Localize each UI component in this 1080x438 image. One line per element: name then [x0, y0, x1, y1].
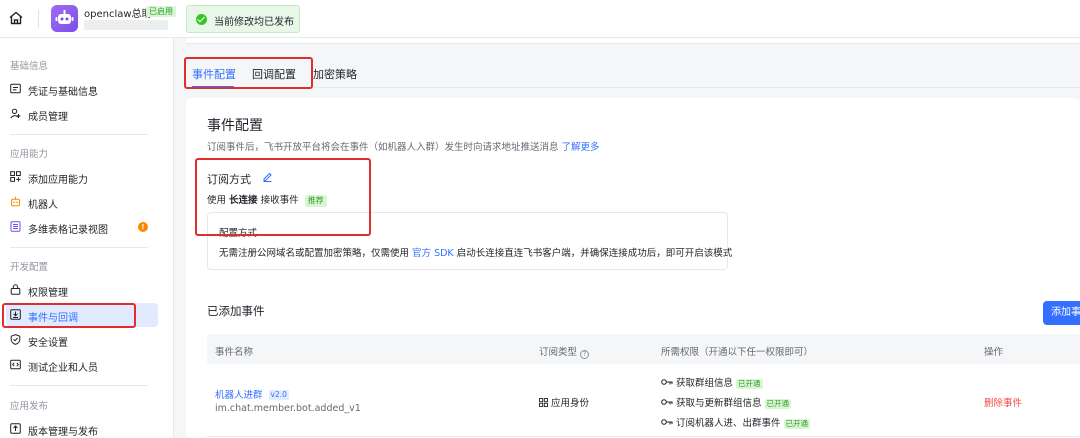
- permission-status-badge: 已开通: [736, 379, 763, 389]
- main-header-strip: [186, 38, 1080, 44]
- sidebar-item-members[interactable]: 成员管理: [6, 102, 158, 126]
- sidebar-section-title: 开发配置: [10, 262, 49, 273]
- config-method-description: 无需注册公网域名或配置加密策略，仅需使用 官方 SDK 启动长连接直连飞书客户端…: [219, 248, 733, 259]
- user-add-icon: [10, 108, 21, 119]
- sidebar-item-bitable-view[interactable]: 多维表格记录视图 !: [6, 215, 158, 239]
- sidebar-item-security[interactable]: 安全设置: [6, 328, 158, 352]
- sidebar-item-bot[interactable]: 机器人: [6, 190, 158, 214]
- sidebar-item-add-capability[interactable]: 添加应用能力: [6, 165, 158, 189]
- annotation-box-sidebar: [2, 303, 136, 328]
- sidebar-item-test-tenant[interactable]: 测试企业和人员: [6, 353, 158, 377]
- app-status-badge: 已启用: [146, 6, 176, 17]
- sidebar-section-title: 应用发布: [10, 401, 49, 412]
- sidebar-divider: [10, 134, 148, 135]
- event-name: 机器人进群 v2.0: [215, 387, 289, 401]
- permission-status-badge: 已开通: [764, 399, 792, 409]
- upload-icon: [10, 423, 21, 434]
- annotation-box-subscription: [195, 158, 371, 236]
- help-icon[interactable]: ?: [580, 350, 590, 359]
- sidebar-item-label: 版本管理与发布: [28, 427, 98, 438]
- robot-icon: [55, 10, 74, 24]
- warning-badge: !: [138, 222, 148, 232]
- table-header: [207, 334, 1080, 364]
- top-bar: openclaw总助 已启用 当前修改均已发布: [0, 0, 1080, 38]
- lock-icon: [10, 284, 21, 295]
- permission-item: 获取群组信息 已开通: [661, 375, 763, 389]
- sidebar-item-label: 凭证与基础信息: [28, 87, 98, 98]
- sidebar-item-label: 测试企业和人员: [28, 363, 98, 374]
- delete-event-link[interactable]: 删除事件: [984, 395, 1022, 409]
- tab-encryption-strategy[interactable]: 加密策略: [313, 66, 357, 82]
- added-events-title: 已添加事件: [207, 304, 265, 318]
- column-header-permissions: 所需权限（开通以下任一权限即可）: [661, 347, 814, 358]
- add-event-button[interactable]: 添加事件: [1043, 301, 1080, 325]
- column-header-subscription-type: 订阅类型?: [539, 344, 590, 359]
- check-circle-icon: [196, 14, 207, 25]
- sidebar-section-title: 基础信息: [10, 61, 49, 72]
- shield-icon: [10, 334, 21, 345]
- sidebar-item-credentials[interactable]: 凭证与基础信息: [6, 77, 158, 101]
- learn-more-link[interactable]: 了解更多: [562, 142, 600, 153]
- tabs-divider: [186, 87, 1080, 88]
- key-icon: [661, 419, 673, 425]
- event-subscription-type: 应用身份: [539, 395, 589, 409]
- key-icon: [661, 399, 673, 405]
- column-header-actions: 操作: [984, 347, 1004, 358]
- app-grid-icon: [539, 398, 548, 407]
- sidebar-divider: [10, 385, 148, 386]
- key-icon: [661, 379, 673, 385]
- sidebar-item-label: 成员管理: [28, 112, 68, 123]
- permission-status-badge: 已开通: [783, 419, 811, 429]
- redacted-app-id: [84, 20, 168, 30]
- version-badge: v2.0: [268, 390, 289, 400]
- toast-text: 当前修改均已发布: [214, 17, 294, 28]
- sidebar-divider: [10, 247, 148, 248]
- code-icon: [10, 359, 21, 370]
- app-name: openclaw总助: [84, 9, 152, 20]
- row-divider: [207, 436, 1080, 437]
- divider: [38, 10, 39, 28]
- sidebar-item-permissions[interactable]: 权限管理: [6, 278, 158, 302]
- sidebar-section-title: 应用能力: [10, 149, 49, 160]
- sidebar-item-label: 机器人: [28, 200, 58, 211]
- sidebar-item-label: 多维表格记录视图: [28, 225, 108, 236]
- app-avatar: [51, 5, 78, 32]
- home-icon[interactable]: [8, 10, 24, 26]
- sidebar-item-label: 添加应用能力: [28, 175, 88, 186]
- permission-item: 订阅机器人进、出群事件 已开通: [661, 415, 811, 429]
- event-name-link[interactable]: 机器人进群: [215, 390, 263, 401]
- event-code: im.chat.member.bot.added_v1: [215, 403, 361, 414]
- section-description: 订阅事件后，飞书开放平台将会在事件（如机器人入群）发生时向请求地址推送消息 了解…: [207, 142, 600, 153]
- column-header-event-name: 事件名称: [215, 347, 254, 358]
- permission-item: 获取与更新群组信息 已开通: [661, 395, 792, 409]
- grid-add-icon: [10, 171, 21, 182]
- official-sdk-link[interactable]: 官方 SDK: [412, 248, 454, 259]
- id-card-icon: [10, 83, 21, 94]
- section-title: 事件配置: [207, 118, 263, 134]
- robot-icon: [11, 196, 20, 207]
- table-view-icon: [10, 221, 21, 232]
- sidebar-item-label: 权限管理: [28, 288, 68, 299]
- publish-toast: 当前修改均已发布: [186, 5, 300, 33]
- sidebar-item-version-release[interactable]: 版本管理与发布: [6, 417, 158, 438]
- annotation-box-tabs: [184, 57, 313, 89]
- sidebar-item-label: 安全设置: [28, 338, 68, 349]
